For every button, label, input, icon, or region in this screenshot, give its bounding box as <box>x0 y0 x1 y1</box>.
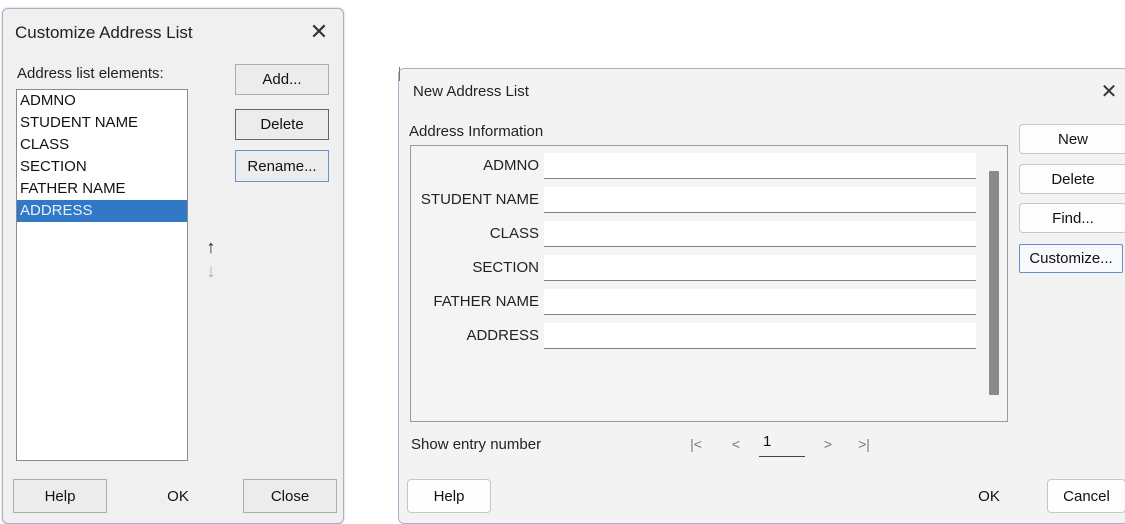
next-record-button[interactable]: > <box>813 429 843 459</box>
add-button[interactable]: Add... <box>235 64 329 95</box>
field-row: CLASS <box>411 221 981 247</box>
close-button[interactable]: Close <box>243 479 337 513</box>
dialog-title: New Address List <box>413 83 529 100</box>
list-item[interactable]: STUDENT NAME <box>17 112 187 134</box>
ok-button[interactable]: OK <box>947 479 1031 513</box>
rename-button[interactable]: Rename... <box>235 150 329 182</box>
show-entry-number-label: Show entry number <box>411 436 542 453</box>
field-row: FATHER NAME <box>411 289 981 315</box>
address-information-label: Address Information <box>409 123 544 140</box>
address-information-panel: ADMNO STUDENT NAME CLASS SECTION FATHER … <box>410 145 1008 422</box>
list-item[interactable]: FATHER NAME <box>17 178 187 200</box>
customize-button[interactable]: Customize... <box>1019 244 1123 273</box>
delete-button[interactable]: Delete <box>1019 164 1125 194</box>
first-record-button[interactable]: |< <box>681 429 711 459</box>
address-field[interactable] <box>544 323 976 349</box>
delete-button[interactable]: Delete <box>235 109 329 140</box>
list-item-selected[interactable]: ADDRESS <box>17 200 187 222</box>
field-label: ADDRESS <box>466 327 539 344</box>
list-item[interactable]: CLASS <box>17 134 187 156</box>
father-name-field[interactable] <box>544 289 976 315</box>
vertical-scrollbar[interactable] <box>989 171 999 395</box>
class-field[interactable] <box>544 221 976 247</box>
close-icon[interactable]: ✕ <box>303 17 335 47</box>
list-item[interactable]: ADMNO <box>17 90 187 112</box>
field-label: ADMNO <box>483 157 539 174</box>
move-down-arrow-icon[interactable]: ↓ <box>203 261 219 282</box>
field-label: CLASS <box>489 225 539 242</box>
field-label: STUDENT NAME <box>420 191 539 208</box>
help-button[interactable]: Help <box>407 479 491 513</box>
list-item[interactable]: SECTION <box>17 156 187 178</box>
customize-address-list-dialog: Customize Address List ✕ Address list el… <box>2 8 344 524</box>
field-row: SECTION <box>411 255 981 281</box>
ok-button[interactable]: OK <box>131 479 225 513</box>
cancel-button[interactable]: Cancel <box>1047 479 1125 513</box>
find-button[interactable]: Find... <box>1019 203 1125 233</box>
address-elements-list[interactable]: ADMNO STUDENT NAME CLASS SECTION FATHER … <box>16 89 188 461</box>
section-field[interactable] <box>544 255 976 281</box>
student-name-field[interactable] <box>544 187 976 213</box>
entry-number-field[interactable]: 1 <box>759 429 805 457</box>
window-edge-divider <box>399 67 402 81</box>
new-button[interactable]: New <box>1019 124 1125 154</box>
move-up-arrow-icon[interactable]: ↑ <box>203 237 219 258</box>
previous-record-button[interactable]: < <box>721 429 751 459</box>
field-label: SECTION <box>472 259 539 276</box>
admno-field[interactable] <box>544 153 976 179</box>
field-row: ADMNO <box>411 153 981 179</box>
new-address-list-dialog: New Address List ✕ Address Information A… <box>398 67 1125 524</box>
close-icon[interactable]: ✕ <box>1094 77 1124 107</box>
last-record-button[interactable]: >| <box>849 429 879 459</box>
address-list-elements-label: Address list elements: <box>17 65 164 82</box>
help-button[interactable]: Help <box>13 479 107 513</box>
field-label: FATHER NAME <box>433 293 539 310</box>
field-row: STUDENT NAME <box>411 187 981 213</box>
dialog-title: Customize Address List <box>15 23 193 42</box>
field-row: ADDRESS <box>411 323 981 349</box>
